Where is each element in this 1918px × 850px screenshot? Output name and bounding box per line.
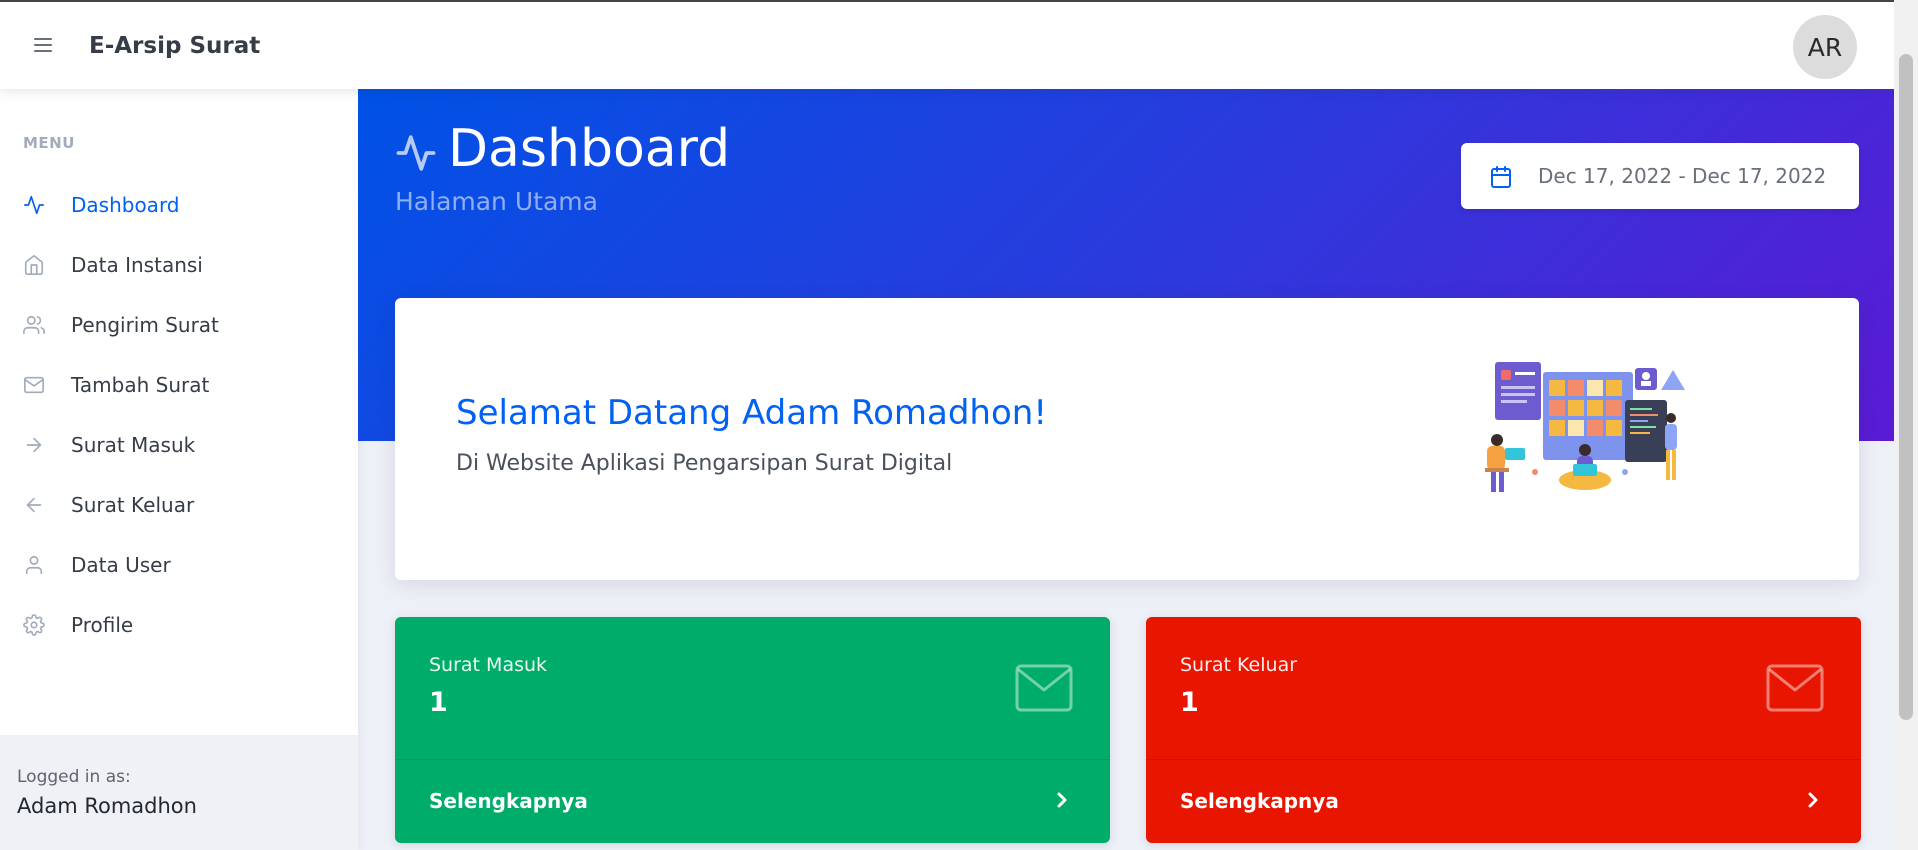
page-scrollbar[interactable] <box>1894 0 1918 850</box>
team-working-illustration <box>1485 362 1685 492</box>
app-brand[interactable]: E-Arsip Surat <box>89 33 260 59</box>
sidebar-item-surat-masuk[interactable]: Surat Masuk <box>0 421 358 469</box>
stat-card-surat-masuk: Surat Masuk 1 Selengkapnya <box>395 617 1110 843</box>
sidebar-item-dashboard[interactable]: Dashboard <box>0 181 358 229</box>
users-icon <box>23 314 45 336</box>
mail-icon <box>23 374 45 396</box>
welcome-subtitle: Di Website Aplikasi Pengarsipan Surat Di… <box>456 451 953 476</box>
user-avatar[interactable]: AR <box>1793 15 1857 79</box>
arrow-left-icon <box>23 494 45 516</box>
sidebar-item-data-instansi[interactable]: Data Instansi <box>0 241 358 289</box>
stat-more-link[interactable]: Selengkapnya <box>395 759 1110 843</box>
calendar-icon <box>1489 165 1513 189</box>
welcome-title: Selamat Datang Adam Romadhon! <box>456 393 1047 433</box>
page-title: Dashboard <box>448 119 731 179</box>
activity-icon <box>395 132 437 174</box>
stat-card-surat-keluar: Surat Keluar 1 Selengkapnya <box>1146 617 1861 843</box>
sidebar: MENU Dashboard Data Instansi Pengirim Su… <box>0 89 358 850</box>
sidebar-footer: Logged in as: Adam Romadhon <box>0 735 358 850</box>
home-icon <box>23 254 45 276</box>
logged-in-user-name: Adam Romadhon <box>17 794 197 818</box>
mail-icon <box>1766 664 1824 712</box>
settings-icon <box>23 614 45 636</box>
sidebar-item-surat-keluar[interactable]: Surat Keluar <box>0 481 358 529</box>
sidebar-item-label: Surat Masuk <box>71 433 196 457</box>
stat-more-link[interactable]: Selengkapnya <box>1146 759 1861 843</box>
chevron-right-icon <box>1806 790 1820 810</box>
date-range-picker[interactable]: Dec 17, 2022 - Dec 17, 2022 <box>1461 143 1859 209</box>
stat-more-label: Selengkapnya <box>429 789 588 813</box>
arrow-right-icon <box>23 434 45 456</box>
stat-title: Surat Keluar <box>1180 654 1298 676</box>
sidebar-item-label: Profile <box>71 613 134 637</box>
stat-value: 1 <box>429 687 448 718</box>
sidebar-item-label: Pengirim Surat <box>71 313 219 337</box>
chevron-right-icon <box>1055 790 1069 810</box>
top-navbar: E-Arsip Surat AR <box>0 0 1894 89</box>
page-subtitle: Halaman Utama <box>395 187 598 216</box>
sidebar-item-data-user[interactable]: Data User <box>0 541 358 589</box>
stat-title: Surat Masuk <box>429 654 548 676</box>
stat-value: 1 <box>1180 687 1199 718</box>
sidebar-item-label: Dashboard <box>71 193 180 217</box>
stat-more-label: Selengkapnya <box>1180 789 1339 813</box>
user-icon <box>23 554 45 576</box>
scrollbar-thumb[interactable] <box>1899 54 1913 720</box>
hamburger-icon[interactable] <box>34 38 52 52</box>
activity-icon <box>23 194 45 216</box>
sidebar-heading: MENU <box>23 134 75 152</box>
sidebar-item-label: Surat Keluar <box>71 493 195 517</box>
sidebar-item-label: Data User <box>71 553 171 577</box>
sidebar-item-profile[interactable]: Profile <box>0 601 358 649</box>
welcome-card: Selamat Datang Adam Romadhon! Di Website… <box>395 298 1859 580</box>
sidebar-item-label: Tambah Surat <box>71 373 210 397</box>
sidebar-item-tambah-surat[interactable]: Tambah Surat <box>0 361 358 409</box>
mail-icon <box>1015 664 1073 712</box>
sidebar-item-label: Data Instansi <box>71 253 203 277</box>
date-range-value: Dec 17, 2022 - Dec 17, 2022 <box>1538 164 1827 188</box>
logged-in-label: Logged in as: <box>17 767 131 787</box>
sidebar-item-pengirim-surat[interactable]: Pengirim Surat <box>0 301 358 349</box>
